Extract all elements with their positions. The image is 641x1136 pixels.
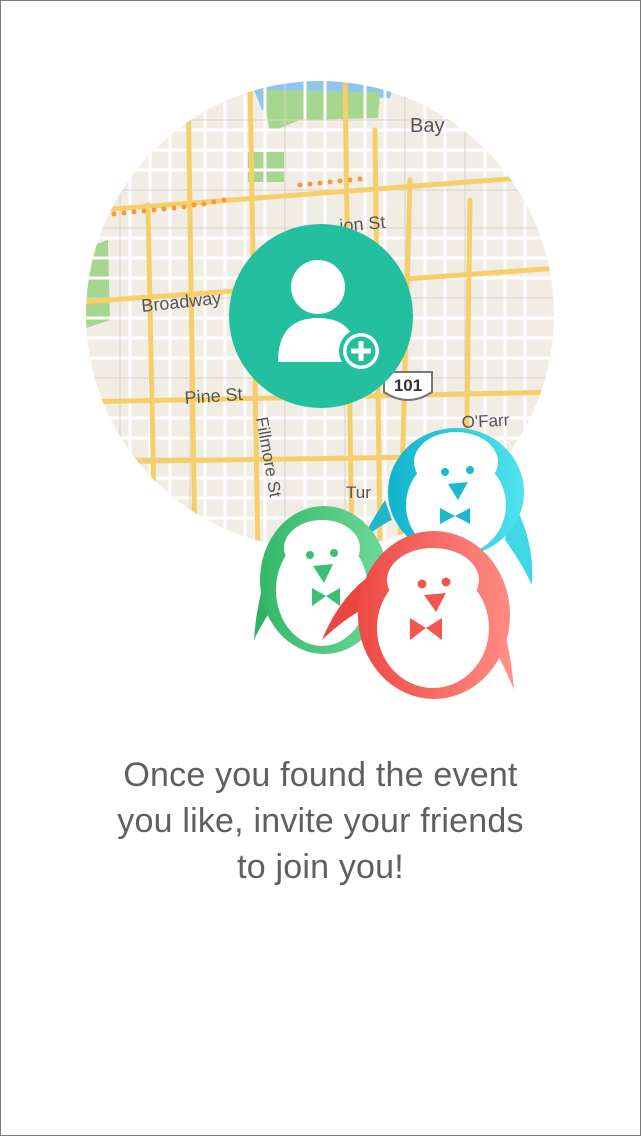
onboarding-caption: Once you found the event you like, invit… bbox=[40, 752, 601, 890]
illustration-svg: Bay ion St Broadway Pine St Fillmore St … bbox=[86, 81, 554, 699]
map-label-pine: Pine St bbox=[184, 384, 243, 408]
onboarding-illustration: Bay ion St Broadway Pine St Fillmore St … bbox=[0, 0, 641, 720]
caption-line-1: Once you found the event bbox=[123, 756, 518, 794]
map-label-ofarrell: O'Farr bbox=[461, 411, 510, 432]
highway-101-shield: 101 bbox=[383, 371, 433, 401]
map-label-turk: Tur bbox=[346, 483, 371, 502]
map-label-highway: 101 bbox=[394, 376, 422, 395]
map-label-bay: Bay bbox=[410, 115, 444, 137]
caption-line-2: you like, invite your friends bbox=[117, 802, 524, 840]
caption-line-3: to join you! bbox=[237, 848, 404, 886]
add-friend-icon bbox=[229, 224, 413, 408]
